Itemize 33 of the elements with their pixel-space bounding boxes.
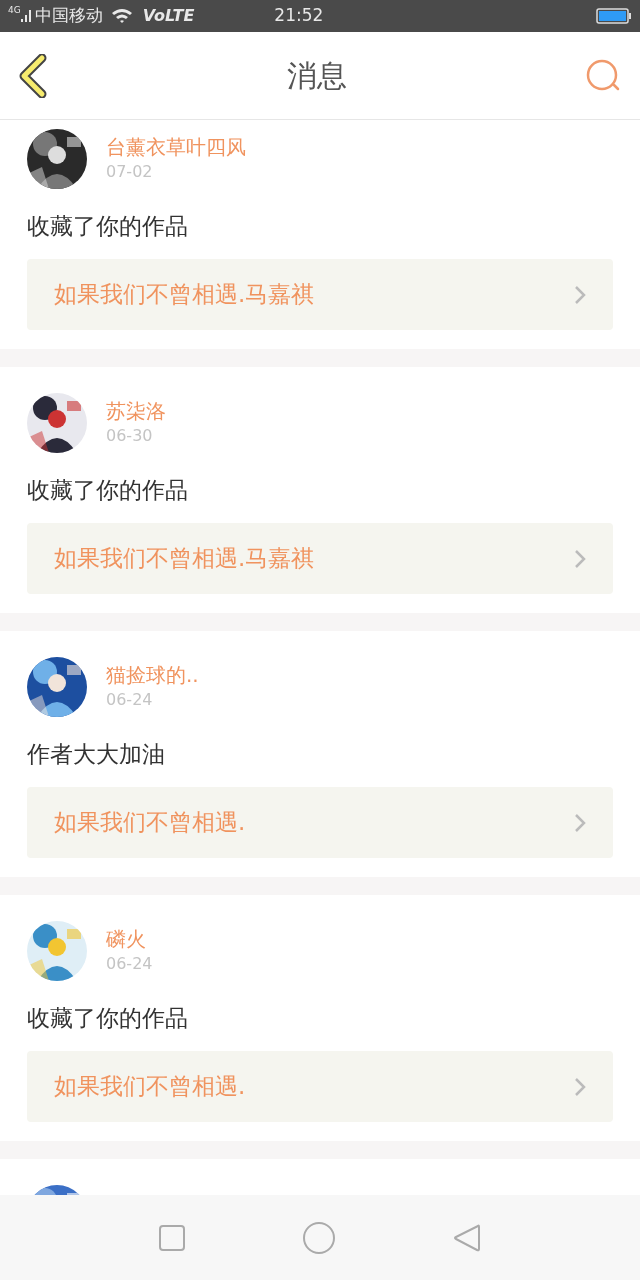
page-title: 消息 bbox=[287, 57, 347, 95]
work-link[interactable]: 如果我们不曾相遇. bbox=[27, 787, 613, 858]
signal-icon bbox=[20, 9, 33, 23]
recent-apps-button[interactable] bbox=[159, 1224, 185, 1251]
back-button[interactable] bbox=[453, 1222, 481, 1253]
message-text: 收藏了你的作品 bbox=[27, 1004, 189, 1033]
chevron-icon bbox=[574, 812, 586, 833]
battery-icon bbox=[596, 8, 632, 24]
network-label: 4G bbox=[8, 4, 21, 17]
chevron-icon bbox=[574, 1076, 586, 1097]
work-link[interactable]: 如果我们不曾相遇.马嘉祺 bbox=[27, 259, 613, 330]
message-text: 收藏了你的作品 bbox=[27, 212, 189, 241]
user-name[interactable]: 台薰衣草叶四风 bbox=[106, 134, 246, 160]
message-text: 收藏了你的作品 bbox=[27, 476, 189, 505]
message-date: 06-30 bbox=[106, 425, 154, 447]
chevron-icon bbox=[574, 284, 586, 305]
message-date: 07-02 bbox=[106, 161, 154, 183]
volte-label: VoLTE bbox=[142, 5, 195, 27]
message-text: 作者大大加油 bbox=[27, 740, 166, 769]
home-button[interactable] bbox=[303, 1221, 335, 1254]
user-name[interactable]: 苏柒洛 bbox=[106, 398, 166, 424]
clock: 21:52 bbox=[274, 4, 324, 28]
search-icon[interactable] bbox=[586, 58, 622, 93]
back-icon[interactable] bbox=[18, 53, 48, 98]
user-name[interactable]: 磷火 bbox=[106, 926, 153, 952]
message-date: 06-24 bbox=[106, 689, 154, 711]
chevron-icon bbox=[574, 548, 586, 569]
carrier-label: 中国移动 bbox=[34, 4, 103, 28]
message-date: 06-24 bbox=[106, 953, 153, 975]
work-link[interactable]: 如果我们不曾相遇.马嘉祺 bbox=[27, 523, 613, 594]
user-name[interactable]: 猫捡球的.. bbox=[106, 662, 199, 688]
wifi-icon bbox=[110, 8, 133, 24]
work-link[interactable]: 如果我们不曾相遇. bbox=[27, 1051, 613, 1122]
